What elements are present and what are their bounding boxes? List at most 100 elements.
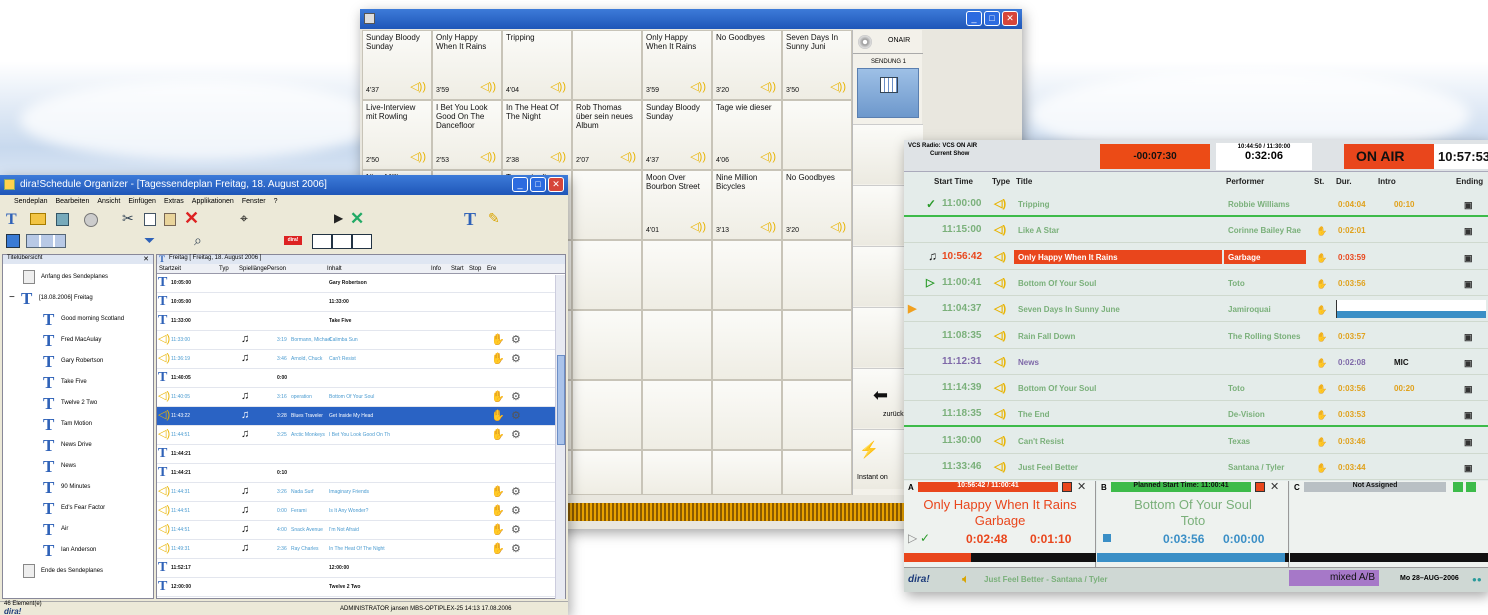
playlist-column-header[interactable]: Ending: [1456, 177, 1483, 186]
minimize-button[interactable]: _: [512, 177, 528, 192]
column-header[interactable]: Person: [267, 266, 286, 272]
play-icon[interactable]: ▶: [334, 211, 343, 225]
close-button[interactable]: ✕: [1002, 11, 1018, 26]
cue-icon[interactable]: ⚙: [511, 542, 521, 555]
menu-item[interactable]: Einfügen: [128, 198, 156, 205]
maximize-button[interactable]: □: [530, 177, 546, 192]
sequencer-tile[interactable]: Live-Interview mit Rowling 2'50 ◁)): [362, 100, 432, 170]
table-row[interactable]: 11:40:05 3:16 operation Bottom Of Your Soul…: [157, 388, 555, 407]
tree-item[interactable]: T Ed's Fear Factor: [3, 499, 153, 519]
column-header[interactable]: Spiellänge: [239, 266, 267, 272]
filter-icon[interactable]: ⏷: [144, 232, 155, 249]
tree-item[interactable]: T News: [3, 457, 153, 477]
cue-icon[interactable]: ⚙: [511, 504, 521, 517]
tree-item[interactable]: T Ian Anderson: [3, 541, 153, 561]
playlist-row[interactable]: 11:00:00 Tripping Robbie Williams 0:04:04 00…: [904, 191, 1488, 217]
paste-icon[interactable]: [164, 213, 176, 226]
schedule-tile[interactable]: [857, 68, 919, 118]
table-row[interactable]: 11:44:51 4:00 Snack Avenue I'm Not Afraid ◁)…: [157, 521, 555, 540]
playlist-column-header[interactable]: Dur.: [1336, 177, 1352, 186]
search-icon[interactable]: ⌕: [194, 232, 202, 249]
sequencer-tile[interactable]: [572, 170, 642, 240]
binoculars-icon[interactable]: ⌖: [240, 210, 248, 227]
column-header[interactable]: Startzeit: [159, 266, 181, 272]
table-row[interactable]: 11:33:00 Take Five T: [157, 312, 555, 331]
tree-item[interactable]: T Take Five: [3, 373, 153, 393]
playlist-row[interactable]: 11:08:35 Rain Fall Down The Rolling Stones…: [904, 323, 1488, 349]
sequencer-tile[interactable]: Seven Days In Sunny Juni 3'50 ◁)): [782, 30, 852, 100]
empty-tile[interactable]: [642, 310, 712, 380]
table-row[interactable]: 11:43:22 3:28 Blues Traveler Get Inside My …: [157, 407, 555, 426]
tree-item[interactable]: T [18.08.2006] Freitag −: [3, 289, 153, 309]
player-c-btn-2[interactable]: [1466, 482, 1476, 492]
playlist-row[interactable]: 10:56:42 Only Happy When It Rains Garbage 0…: [904, 244, 1488, 270]
empty-tile[interactable]: [642, 380, 712, 450]
playlist-row[interactable]: 11:04:37 Seven Days In Sunny June Jamiroqu…: [904, 296, 1488, 323]
sequencer-tile[interactable]: Only Happy When It Rains 3'59 ◁)): [642, 30, 712, 100]
menu-item[interactable]: Extras: [164, 198, 184, 205]
cue-icon[interactable]: ⚙: [511, 352, 521, 365]
cue-icon[interactable]: ⚙: [511, 409, 521, 422]
text-t-icon[interactable]: T: [464, 209, 476, 230]
menu-item[interactable]: Bearbeiten: [55, 198, 89, 205]
collapse-icon[interactable]: −: [9, 292, 15, 303]
hand-icon[interactable]: ✋: [491, 428, 505, 441]
tree-item[interactable]: T 90 Minutes: [3, 478, 153, 498]
cue-icon[interactable]: ⚙: [511, 485, 521, 498]
tree-item[interactable]: T Air: [3, 520, 153, 540]
playlist-row[interactable]: 11:30:00 Can't Resist Texas 0:03:46 ◁) ▣ ✋: [904, 428, 1488, 454]
cue-icon[interactable]: ⚙: [511, 523, 521, 536]
empty-tile[interactable]: [782, 240, 852, 310]
table-row[interactable]: 11:44:21 0:10 T: [157, 464, 555, 483]
sequencer-tile[interactable]: No Goodbyes 3'20 ◁)): [782, 170, 852, 240]
player-b-pause-icon[interactable]: [1255, 482, 1265, 492]
column-header[interactable]: Inhalt: [327, 266, 342, 272]
menu-item[interactable]: Ansicht: [97, 198, 120, 205]
tree-item[interactable]: Anfang des Sendeplanes: [3, 268, 153, 288]
playlist-row[interactable]: 11:14:39 Bottom Of Your Soul Toto 0:03:56 00…: [904, 375, 1488, 402]
empty-tile[interactable]: [642, 240, 712, 310]
menu-item[interactable]: Fenster: [242, 198, 266, 205]
title-t-icon[interactable]: T: [6, 211, 17, 229]
layout-icon[interactable]: [6, 234, 20, 248]
table-row[interactable]: 11:52:17 12:00:00 T: [157, 559, 555, 578]
table-row[interactable]: 12:00:00 Twelve 2 Two T: [157, 578, 555, 597]
cue-icon[interactable]: ⚙: [511, 428, 521, 441]
folder-open-icon[interactable]: [30, 213, 46, 225]
minimize-button[interactable]: _: [966, 11, 982, 26]
tree-item[interactable]: T Fred MacAulay: [3, 331, 153, 351]
player-b-stop-icon[interactable]: [1103, 534, 1111, 542]
pencil-icon[interactable]: ✎: [488, 210, 500, 227]
column-header[interactable]: Stop: [469, 266, 481, 272]
delete-icon[interactable]: ✕: [184, 208, 199, 229]
sequencer-tile[interactable]: Moon Over Bourbon Street 4'01 ◁)): [642, 170, 712, 240]
playlist-row[interactable]: 11:12:31 News 0:02:08 MIC ◁) ▣ ✋: [904, 349, 1488, 375]
table-row[interactable]: 10:05:00 11:33:00 T: [157, 293, 555, 312]
panel-icon[interactable]: [26, 234, 66, 248]
column-header[interactable]: Ere: [487, 266, 496, 272]
close-pane-icon[interactable]: ✕: [143, 255, 149, 263]
player-a-pause-icon[interactable]: [1062, 482, 1072, 492]
onair-tab[interactable]: ONAIR: [853, 30, 923, 54]
playlist-column-header[interactable]: Start Time: [934, 177, 973, 186]
sequencer-tile[interactable]: No Goodbyes 3'20 ◁)): [712, 30, 782, 100]
hand-icon[interactable]: ✋: [491, 485, 505, 498]
hand-icon[interactable]: ✋: [491, 504, 505, 517]
cut-icon[interactable]: ✂: [122, 210, 134, 227]
tree-item[interactable]: T Tam Motion: [3, 415, 153, 435]
cue-icon[interactable]: ⚙: [511, 333, 521, 346]
playlist-row[interactable]: 11:18:35 The End De-Vision 0:03:53 ◁) ▣ ✋: [904, 401, 1488, 428]
table-row[interactable]: 11:44:21 T: [157, 445, 555, 464]
table-row[interactable]: 11:44:51 0:00 Ferami Is It Any Wonder? ◁) ♫ ✋ ⚙: [157, 502, 555, 521]
sequencer-tile[interactable]: [782, 100, 852, 170]
column-header[interactable]: Info: [431, 266, 441, 272]
empty-tile[interactable]: [782, 380, 852, 450]
empty-tile[interactable]: [712, 380, 782, 450]
tree-item[interactable]: T News Drive: [3, 436, 153, 456]
hand-icon[interactable]: ✋: [491, 333, 505, 346]
sequencer-tile[interactable]: Tripping 4'04 ◁)): [502, 30, 572, 100]
table-row[interactable]: 11:44:31 3:26 Nada Surf Imaginary Friends ◁)…: [157, 483, 555, 502]
tree-item[interactable]: Ende des Sendeplanes: [3, 562, 153, 582]
empty-tile[interactable]: [572, 240, 642, 310]
cue-icon[interactable]: ⚙: [511, 390, 521, 403]
